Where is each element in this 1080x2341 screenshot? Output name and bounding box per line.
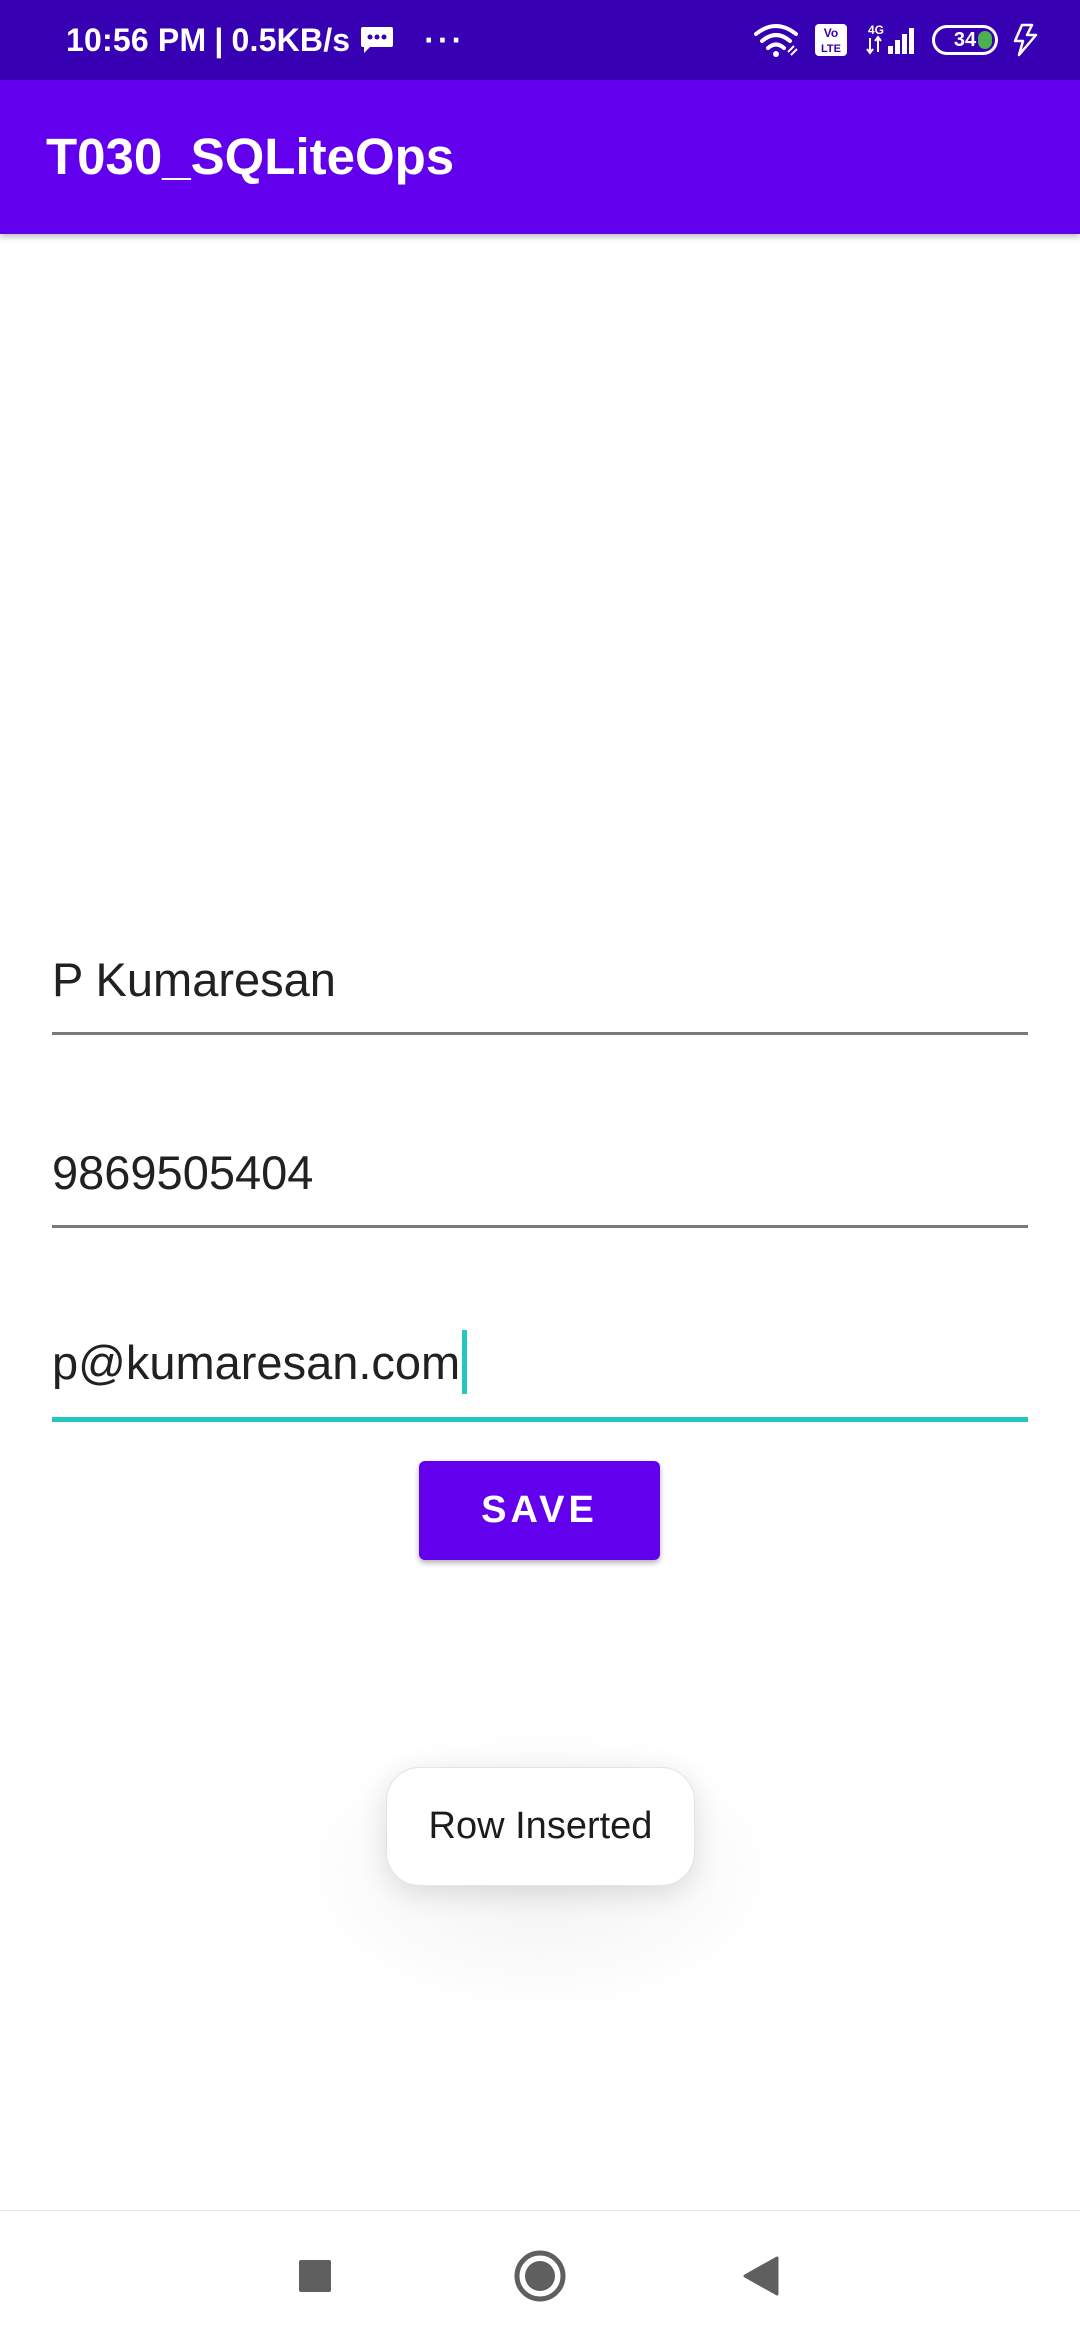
app-bar: T030_SQLiteOps xyxy=(0,80,1080,234)
battery-icon: 34 xyxy=(932,25,998,55)
phone-field[interactable]: 9869505404 xyxy=(52,1108,1028,1228)
signal-4g-icon: 4G xyxy=(866,23,914,55)
save-button[interactable]: SAVE xyxy=(419,1461,660,1560)
email-input-wrap: p@kumaresan.com xyxy=(52,1330,468,1394)
home-icon xyxy=(514,2250,566,2302)
status-right: Vo LTE 4G 34 xyxy=(752,0,1040,80)
recent-apps-icon xyxy=(299,2260,331,2292)
status-net-speed: 0.5KB/s xyxy=(231,21,351,58)
status-time: 10:56 PM xyxy=(66,21,207,58)
home-button[interactable] xyxy=(480,2211,600,2341)
email-input-value: p@kumaresan.com xyxy=(52,1335,461,1389)
phone-input-value: 9869505404 xyxy=(52,1146,314,1199)
message-icon xyxy=(361,27,394,53)
back-button[interactable] xyxy=(700,2211,820,2341)
more-notifications: ··· xyxy=(424,21,466,58)
text-cursor xyxy=(462,1330,468,1394)
back-icon xyxy=(743,2256,779,2296)
status-separator: | xyxy=(214,21,224,58)
navigation-bar xyxy=(0,2210,1080,2341)
toast-message: Row Inserted xyxy=(428,1805,653,1847)
toast: Row Inserted xyxy=(386,1767,695,1886)
svg-text:4G: 4G xyxy=(868,23,884,37)
svg-text:LTE: LTE xyxy=(821,43,841,55)
name-field-underline xyxy=(52,1032,1028,1035)
phone-field-underline xyxy=(52,1225,1028,1228)
charging-icon xyxy=(1013,23,1038,57)
volte-icon: Vo LTE xyxy=(815,24,847,56)
recent-apps-button[interactable] xyxy=(255,2211,375,2341)
name-input-value: P Kumaresan xyxy=(52,953,336,1006)
svg-text:Vo: Vo xyxy=(824,26,838,40)
battery-level: 34 xyxy=(953,28,977,51)
email-field[interactable]: p@kumaresan.com xyxy=(52,1302,1028,1422)
name-field[interactable]: P Kumaresan xyxy=(52,915,1028,1035)
wifi-icon xyxy=(754,24,798,57)
status-left: 10:56 PM | 0.5KB/s ··· xyxy=(66,0,465,80)
email-field-underline xyxy=(52,1417,1028,1422)
status-bar: 10:56 PM | 0.5KB/s ··· Vo LTE 4G 34 xyxy=(0,0,1080,80)
app-title: T030_SQLiteOps xyxy=(46,128,455,185)
